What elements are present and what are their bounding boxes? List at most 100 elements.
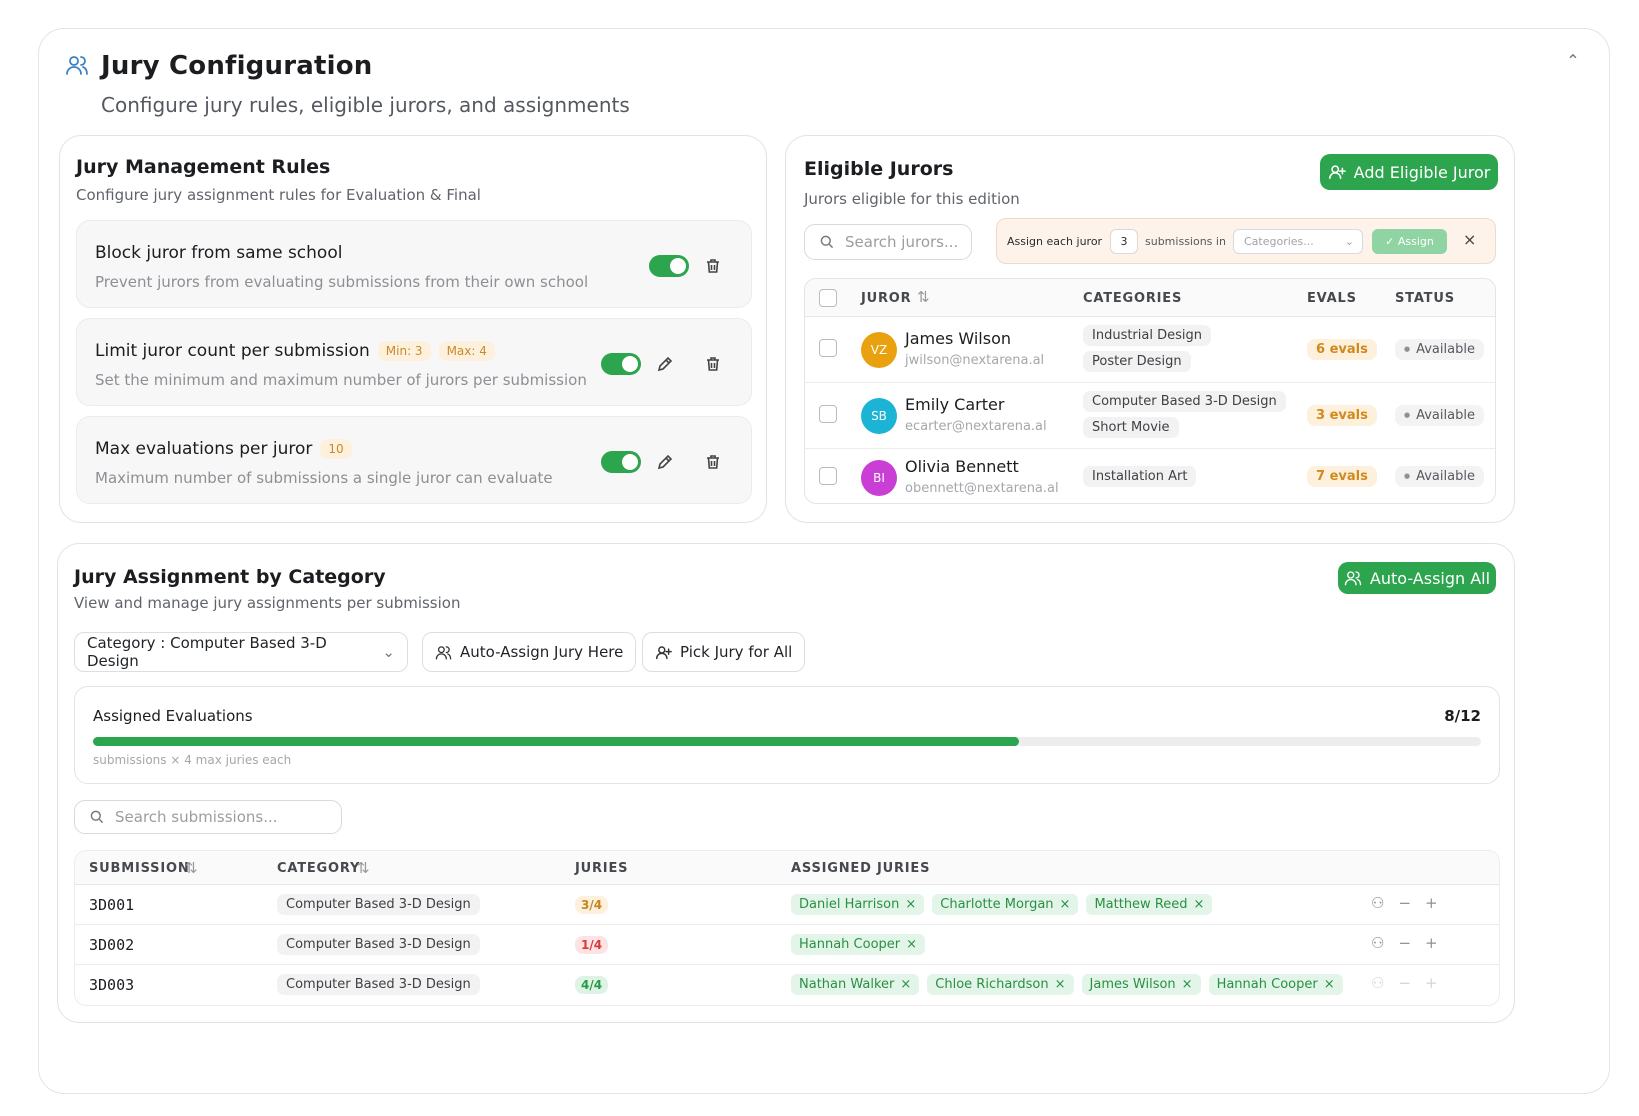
close-icon[interactable]: ×	[1463, 230, 1476, 249]
category-filter-select[interactable]: Category : Computer Based 3-D Design ⌄	[74, 632, 408, 672]
juror-row[interactable]: BI Olivia Bennett obennett@nextarena.al …	[805, 449, 1495, 503]
add-eligible-juror-button[interactable]: Add Eligible Juror	[1320, 154, 1498, 190]
chevron-up-icon[interactable]: ⌃	[1563, 51, 1583, 71]
minus-icon: −	[1398, 974, 1412, 992]
auto-assign-here-button[interactable]: Auto-Assign Jury Here	[422, 632, 637, 672]
evals-badge: 6 evals	[1307, 339, 1377, 360]
user-icon[interactable]: ⚇	[1371, 894, 1384, 912]
status-badge: Available	[1395, 339, 1484, 360]
category-filter-label: Category : Computer Based 3-D Design	[87, 634, 327, 670]
users-icon	[66, 56, 88, 75]
juries-count-badge: 3/4	[575, 896, 609, 914]
users-icon	[1344, 571, 1362, 586]
juror-chip-name: Hannah Cooper	[1216, 977, 1318, 992]
rule-limit-juror-count: Limit juror count per submission Min: 3 …	[76, 318, 752, 406]
remove-icon[interactable]: ×	[1055, 977, 1066, 992]
assignment-subtitle: View and manage jury assignments per sub…	[74, 594, 461, 612]
search-submissions-input[interactable]: Search submissions...	[74, 800, 342, 834]
remove-icon[interactable]: ×	[905, 897, 916, 912]
rule-toggle[interactable]	[601, 451, 641, 473]
trash-icon[interactable]	[703, 256, 723, 276]
remove-icon[interactable]: ×	[1324, 977, 1335, 992]
rule-max-evaluations: Max evaluations per juror 10 Maximum num…	[76, 416, 752, 504]
bulk-assign-bar: Assign each juror 3 submissions in Categ…	[996, 218, 1496, 264]
progress-note: submissions × 4 max juries each	[93, 753, 292, 767]
user-icon: ⚇	[1371, 974, 1385, 992]
evals-badge: 7 evals	[1307, 466, 1377, 487]
juror-chip-name: Charlotte Morgan	[940, 897, 1054, 912]
search-icon	[820, 235, 834, 249]
min-badge: Min: 3	[377, 341, 431, 361]
juror-name: Emily Carter	[905, 395, 1005, 414]
progress-count: 8/12	[1444, 707, 1481, 725]
row-checkbox[interactable]	[819, 467, 837, 485]
trash-icon[interactable]	[703, 452, 723, 472]
assignment-title: Jury Assignment by Category	[74, 566, 386, 588]
juror-chip-name: Chloe Richardson	[935, 977, 1049, 992]
assign-button-label: Assign	[1397, 235, 1434, 248]
user-icon[interactable]: ⚇	[1371, 934, 1384, 952]
rules-subtitle: Configure jury assignment rules for Eval…	[76, 186, 481, 204]
eligible-jurors-card: Eligible Jurors Jurors eligible for this…	[785, 135, 1515, 523]
row-checkbox[interactable]	[819, 339, 837, 357]
rule-block-same-school: Block juror from same school Prevent jur…	[76, 220, 752, 308]
remove-icon[interactable]: ×	[1182, 977, 1193, 992]
progress-label: Assigned Evaluations	[93, 707, 253, 725]
select-all-checkbox[interactable]	[819, 289, 837, 307]
rule-toggle[interactable]	[601, 353, 641, 375]
col-submission[interactable]: SUBMISSION	[89, 861, 190, 876]
juries-count-badge: 1/4	[575, 936, 609, 954]
juror-row[interactable]: SB Emily Carter ecarter@nextarena.al Com…	[805, 383, 1495, 449]
juror-email: jwilson@nextarena.al	[905, 353, 1045, 368]
col-juror[interactable]: JUROR	[861, 291, 911, 306]
categories-select[interactable]: Categories... ⌄	[1233, 229, 1363, 254]
remove-icon[interactable]: ×	[1060, 897, 1071, 912]
auto-assign-all-button[interactable]: Auto-Assign All	[1338, 562, 1496, 594]
juror-chip-name: Hannah Cooper	[799, 937, 901, 952]
assign-prefix: Assign each juror	[1007, 235, 1103, 248]
minus-icon[interactable]: −	[1398, 934, 1411, 952]
max-badge: Max: 4	[438, 341, 495, 361]
status-badge: Available	[1395, 466, 1484, 487]
juror-row[interactable]: VZ James Wilson jwilson@nextarena.al Ind…	[805, 317, 1495, 383]
col-category[interactable]: CATEGORY	[277, 861, 360, 876]
submission-row[interactable]: 3D001 Computer Based 3-D Design 3/4 Dani…	[75, 885, 1499, 925]
juror-chip-name: James Wilson	[1089, 977, 1176, 992]
trash-icon[interactable]	[703, 354, 723, 374]
plus-icon[interactable]: +	[1425, 934, 1438, 952]
juries-count-badge: 4/4	[575, 976, 609, 994]
avatar: SB	[861, 398, 897, 434]
rule-description: Maximum number of submissions a single j…	[95, 469, 553, 487]
submission-id: 3D003	[89, 976, 135, 994]
pencil-icon[interactable]	[655, 354, 675, 374]
search-jurors-input[interactable]: Search jurors...	[804, 224, 972, 260]
pencil-icon[interactable]	[655, 452, 675, 472]
remove-icon[interactable]: ×	[1194, 897, 1205, 912]
submission-id: 3D001	[89, 896, 135, 914]
submission-row[interactable]: 3D003 Computer Based 3-D Design 4/4 Nath…	[75, 965, 1499, 1005]
plus-icon[interactable]: +	[1425, 894, 1438, 912]
jurors-subtitle: Jurors eligible for this edition	[804, 190, 1020, 208]
category-tag: Computer Based 3-D Design	[1083, 391, 1286, 412]
assign-middle: submissions in	[1145, 235, 1226, 248]
page-title: Jury Configuration	[101, 51, 373, 81]
user-plus-icon	[1328, 165, 1346, 180]
assign-count-input[interactable]: 3	[1110, 229, 1138, 254]
minus-icon[interactable]: −	[1398, 894, 1411, 912]
assign-button[interactable]: ✓ Assign	[1372, 229, 1447, 254]
col-categories: CATEGORIES	[1083, 291, 1183, 306]
submission-row[interactable]: 3D002 Computer Based 3-D Design 1/4 Hann…	[75, 925, 1499, 965]
rule-toggle[interactable]	[649, 255, 689, 277]
rule-description: Set the minimum and maximum number of ju…	[95, 371, 587, 389]
pick-jury-all-button[interactable]: Pick Jury for All	[642, 632, 806, 672]
sort-icon[interactable]: ⇅	[185, 859, 198, 877]
sort-icon[interactable]: ⇅	[357, 859, 370, 877]
row-checkbox[interactable]	[819, 405, 837, 423]
sort-icon[interactable]: ⇅	[917, 288, 930, 306]
search-icon	[90, 810, 104, 824]
jurors-table-header: JUROR ⇅ CATEGORIES EVALS STATUS	[805, 279, 1495, 317]
remove-icon[interactable]: ×	[900, 977, 911, 992]
remove-icon[interactable]: ×	[906, 937, 917, 952]
juror-name: James Wilson	[905, 329, 1011, 348]
juror-chip-name: Matthew Reed	[1094, 897, 1188, 912]
